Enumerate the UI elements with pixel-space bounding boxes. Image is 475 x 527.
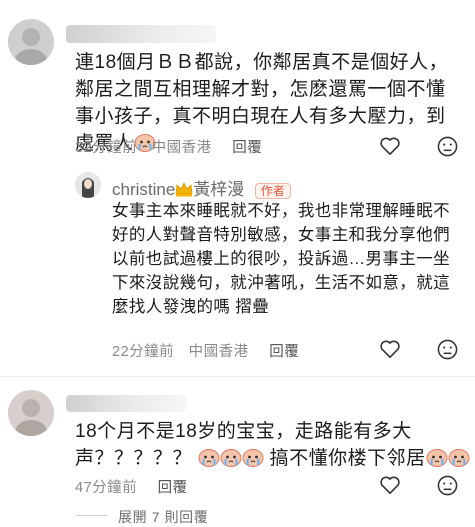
comment-location: 中國香港 bbox=[151, 140, 212, 156]
avatar[interactable] bbox=[8, 19, 54, 65]
author-badge: 作者 bbox=[254, 183, 291, 199]
author-suffix[interactable]: 黃梓漫 bbox=[193, 180, 244, 199]
heart-icon[interactable] bbox=[379, 339, 401, 364]
author-line: christine 黃梓漫 作者 bbox=[112, 175, 291, 202]
comment-meta: 32分鐘前 中國香港 回覆 bbox=[75, 136, 272, 157]
reply-button[interactable]: 回覆 bbox=[158, 480, 188, 496]
crying-emoji bbox=[198, 447, 220, 475]
crying-emoji bbox=[448, 447, 470, 475]
dislike-face-icon[interactable] bbox=[437, 339, 458, 365]
dislike-face-icon[interactable] bbox=[437, 475, 458, 501]
expand-replies-line bbox=[75, 515, 107, 516]
reply-button[interactable]: 回覆 bbox=[269, 344, 299, 360]
dislike-face-icon[interactable] bbox=[437, 136, 458, 162]
crying-emoji bbox=[242, 447, 264, 475]
crying-emoji bbox=[220, 447, 242, 475]
username-blurred[interactable] bbox=[66, 25, 216, 43]
comment-time: 32分鐘前 bbox=[75, 140, 138, 156]
crying-emoji bbox=[426, 447, 448, 475]
heart-icon[interactable] bbox=[379, 475, 401, 500]
username-blurred[interactable] bbox=[66, 395, 186, 412]
comment-time: 47分鐘前 bbox=[75, 480, 138, 496]
collapse-button[interactable]: 摺疊 bbox=[235, 298, 269, 316]
heart-icon[interactable] bbox=[379, 136, 401, 161]
comment-text: 18个月不是18岁的宝宝，走路能有多大 声？？？？？ 搞不懂你楼下邻居 bbox=[75, 418, 470, 475]
expand-replies-button[interactable]: 展開 7 則回覆 bbox=[118, 507, 208, 527]
divider bbox=[0, 376, 475, 377]
reply-button[interactable]: 回覆 bbox=[232, 140, 262, 156]
reply-meta: 22分鐘前 中國香港 回覆 bbox=[112, 340, 309, 361]
avatar[interactable] bbox=[8, 390, 54, 436]
reply-time: 22分鐘前 bbox=[112, 344, 175, 360]
reply-location: 中國香港 bbox=[188, 344, 249, 360]
author-name[interactable]: christine bbox=[112, 180, 175, 199]
author-avatar[interactable] bbox=[75, 172, 101, 198]
reply-text: 女事主本來睡眠就不好，我也非常理解睡眠不好的人對聲音特別敏感，女事主和我分享他們… bbox=[112, 202, 450, 316]
comment-meta: 47分鐘前 回覆 bbox=[75, 476, 198, 497]
